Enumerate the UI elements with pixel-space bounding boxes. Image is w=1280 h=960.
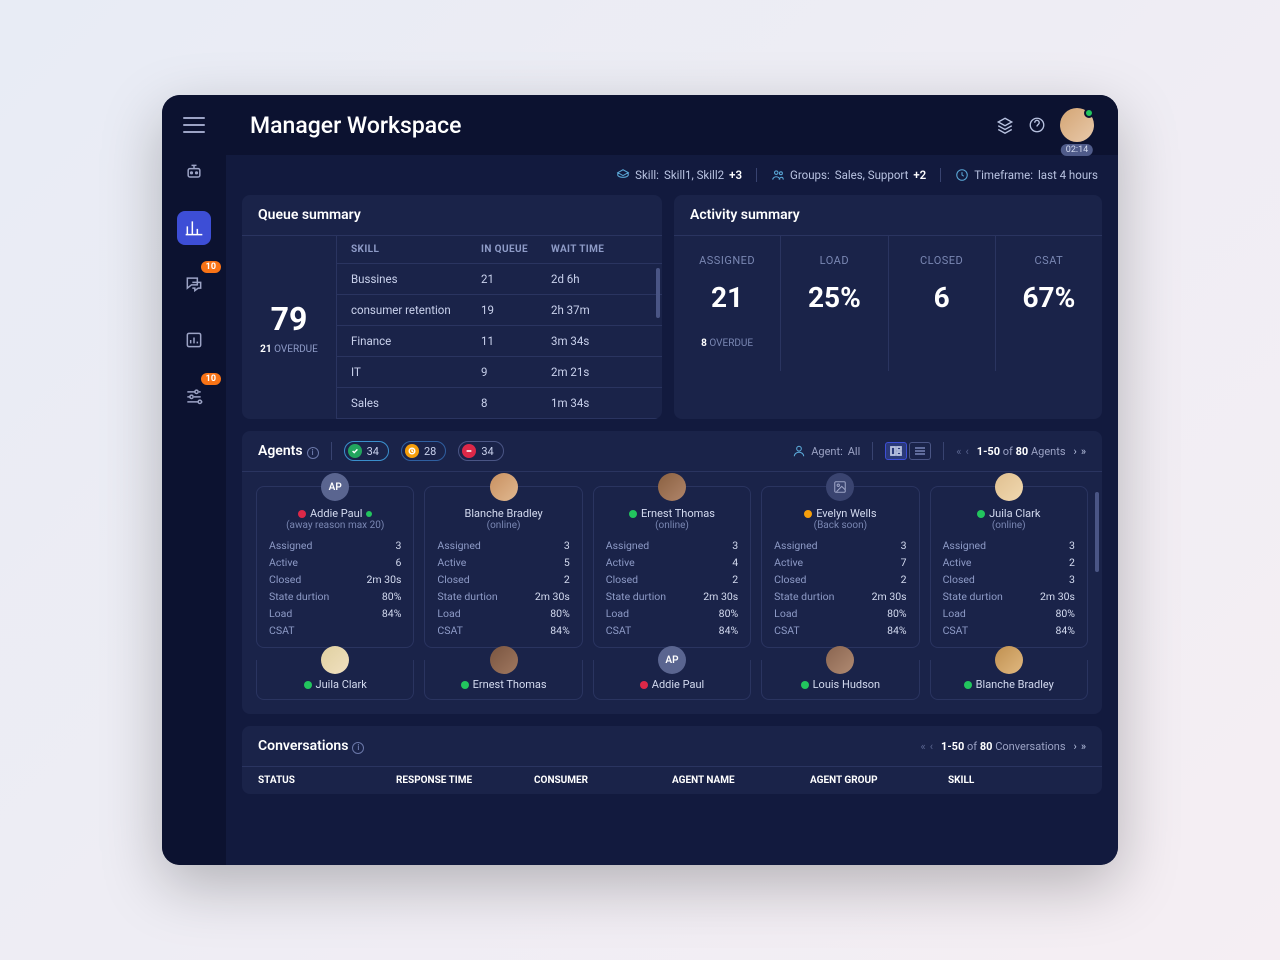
chat-icon [184, 274, 204, 294]
pager-prev[interactable]: ‹ [965, 445, 968, 458]
menu-toggle[interactable] [183, 117, 205, 133]
pager-prev[interactable]: ‹ [930, 740, 933, 753]
info-icon[interactable]: i [352, 742, 364, 754]
sliders-icon [184, 386, 204, 406]
scrollbar[interactable] [1095, 492, 1099, 572]
queue-summary-card: Queue summary 79 21 OVERDUE SKILL IN QUE… [242, 195, 662, 419]
agent-card[interactable]: Evelyn Wells (Back soon) Assigned3 Activ… [761, 486, 919, 648]
scrollbar[interactable] [656, 268, 660, 318]
agent-card[interactable]: Blanche Bradley [930, 660, 1088, 700]
pill-online[interactable]: 34 [344, 441, 389, 461]
conversations-header-row: STATUS RESPONSE TIME CONSUMER AGENT NAME… [242, 766, 1102, 794]
list-view-button[interactable] [909, 442, 931, 460]
card-view-button[interactable] [885, 442, 907, 460]
queue-title: Queue summary [242, 195, 662, 236]
activity-summary-card: Activity summary ASSIGNED 21 8 OVERDUE L… [674, 195, 1102, 419]
queue-col-skill: SKILL [351, 244, 481, 255]
user-icon [792, 444, 806, 458]
status-dot [298, 510, 306, 518]
nav-reports[interactable] [177, 323, 211, 357]
main-area: Manager Workspace 02:14 Skill: Skill1, S… [226, 95, 1118, 865]
pager-last[interactable]: » [1081, 445, 1086, 458]
help-icon[interactable] [1028, 116, 1046, 134]
agent-card[interactable]: Louis Hudson [761, 660, 919, 700]
nav-bot[interactable] [177, 155, 211, 189]
agent-card[interactable]: APAddie Paul [593, 660, 751, 700]
pager-last[interactable]: » [1081, 740, 1086, 753]
bar-chart-icon [184, 218, 204, 238]
agent-card[interactable]: Ernest Thomas (online) Assigned3 Active4… [593, 486, 751, 648]
robot-icon [184, 162, 204, 182]
avatar [995, 473, 1023, 501]
groups-icon [771, 168, 785, 182]
report-icon [184, 330, 204, 350]
layers-icon[interactable] [996, 116, 1014, 134]
presence-indicator [1084, 108, 1094, 118]
agents-grid-row2: Juila Clark Ernest Thomas APAddie Paul L… [242, 656, 1102, 714]
info-icon[interactable]: i [307, 447, 319, 459]
app-window: 10 10 Manager Workspace 02:14 [162, 95, 1118, 865]
page-title: Manager Workspace [250, 112, 461, 139]
user-avatar[interactable]: 02:14 [1060, 108, 1094, 142]
queue-col-inqueue: IN QUEUE [481, 244, 551, 255]
pill-away[interactable]: 28 [401, 441, 446, 461]
conversations-card: Conversationsi «‹ 1-50 of 80 Conversatio… [242, 726, 1102, 794]
sidebar: 10 10 [162, 95, 226, 865]
avatar [658, 473, 686, 501]
avatar [826, 473, 854, 501]
agents-card: Agentsi 34 28 34 Agent: All [242, 431, 1102, 714]
agents-pager: «‹ 1-50 of 80 Agents ›» [956, 445, 1086, 458]
nav-chat[interactable]: 10 [177, 267, 211, 301]
pager-first[interactable]: « [956, 445, 961, 458]
filter-groups[interactable]: Groups: Sales, Support +2 [771, 168, 926, 182]
conversations-pager: «‹ 1-50 of 80 Conversations ›» [921, 740, 1086, 753]
agents-grid: AP Addie Paul (away reason max 20) Assig… [242, 472, 1102, 656]
filter-skill[interactable]: Skill: Skill1, Skill2 +3 [616, 168, 742, 182]
pager-next[interactable]: › [1074, 445, 1077, 458]
agent-card[interactable]: AP Addie Paul (away reason max 20) Assig… [256, 486, 414, 648]
queue-total: 79 [271, 300, 308, 338]
filter-timeframe[interactable]: Timeframe: last 4 hours [955, 168, 1098, 182]
avatar [490, 473, 518, 501]
nav-badge: 10 [201, 373, 221, 385]
agent-card[interactable]: Juila Clark (online) Assigned3 Active2 C… [930, 486, 1088, 648]
filter-bar: Skill: Skill1, Skill2 +3 Groups: Sales, … [226, 155, 1118, 195]
queue-rows[interactable]: Bussines212d 6h consumer retention192h 3… [337, 264, 662, 419]
nav-dashboard[interactable] [177, 211, 211, 245]
agent-filter[interactable]: Agent: All [792, 444, 860, 458]
queue-col-wait: WAIT TIME [551, 244, 648, 255]
pager-next[interactable]: › [1074, 740, 1077, 753]
agent-card[interactable]: Ernest Thomas [424, 660, 582, 700]
pager-first[interactable]: « [921, 740, 926, 753]
nav-badge: 10 [201, 261, 221, 273]
skill-icon [616, 168, 630, 182]
topbar: Manager Workspace 02:14 [226, 95, 1118, 155]
agent-card[interactable]: Juila Clark [256, 660, 414, 700]
pill-busy[interactable]: 34 [458, 441, 503, 461]
nav-settings[interactable]: 10 [177, 379, 211, 413]
avatar: AP [321, 473, 349, 501]
image-icon [833, 480, 847, 494]
clock-icon [955, 168, 969, 182]
activity-title: Activity summary [674, 195, 1102, 236]
session-timer: 02:14 [1061, 144, 1093, 156]
agent-card[interactable]: Blanche Bradley (online) Assigned3 Activ… [424, 486, 582, 648]
